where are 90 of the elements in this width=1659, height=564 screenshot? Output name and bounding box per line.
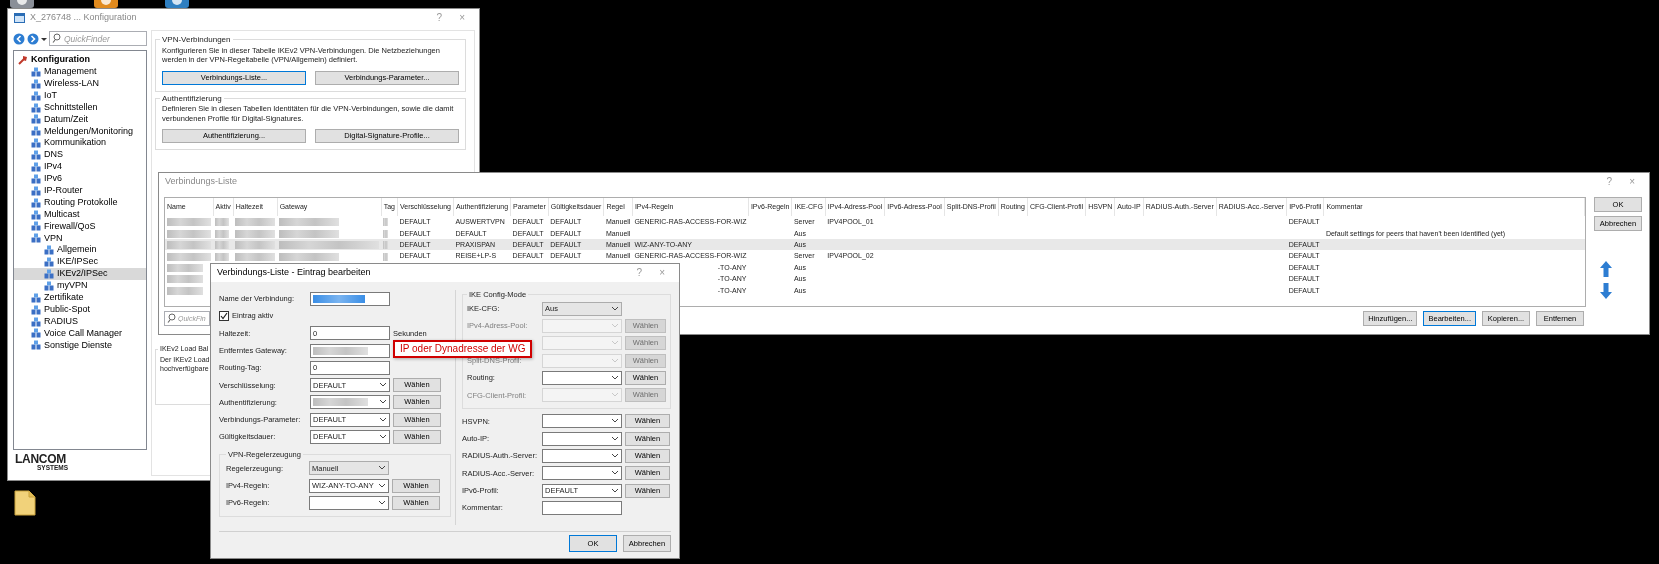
blocks-icon bbox=[31, 173, 41, 184]
input-field[interactable] bbox=[310, 343, 390, 358]
chevron-down-icon[interactable] bbox=[379, 416, 387, 423]
chevron-down-icon[interactable] bbox=[379, 399, 387, 406]
check-icon bbox=[220, 311, 228, 320]
blocks-icon bbox=[31, 78, 41, 89]
dropdown-field[interactable] bbox=[542, 370, 622, 385]
chevron-down-icon[interactable] bbox=[611, 374, 619, 381]
chevron-down-icon[interactable] bbox=[611, 305, 619, 312]
blocks-icon bbox=[44, 280, 54, 291]
dropdown-field[interactable] bbox=[542, 414, 622, 429]
tool-icon bbox=[18, 54, 28, 65]
tree-item[interactable]: Public-Spot bbox=[14, 303, 146, 316]
tree-item[interactable]: IKE/IPSec bbox=[14, 256, 146, 269]
window-title: Verbindungs-Liste bbox=[165, 175, 238, 189]
annotation-callout: IP oder Dynadresse der WG bbox=[393, 339, 533, 358]
group-title: VPN-Verbindungen bbox=[161, 35, 232, 45]
app-window-icon bbox=[14, 13, 25, 23]
blocks-icon bbox=[31, 304, 41, 315]
tree-item[interactable]: IPv4 bbox=[14, 161, 146, 173]
blocks-icon bbox=[31, 126, 41, 137]
group-title: Authentifizierung bbox=[161, 93, 223, 104]
down-arrow-icon[interactable] bbox=[1600, 283, 1612, 299]
dropdown-field[interactable] bbox=[542, 449, 622, 463]
tree-item[interactable]: Kommunikation bbox=[14, 137, 146, 150]
blocks-icon bbox=[31, 221, 41, 232]
chevron-down-icon[interactable] bbox=[611, 470, 619, 477]
blocks-icon bbox=[31, 102, 41, 113]
tree-item[interactable]: VPN bbox=[14, 232, 146, 245]
tree-item[interactable]: Multicast bbox=[14, 208, 146, 221]
blocks-icon bbox=[31, 328, 41, 339]
blocks-icon bbox=[31, 292, 41, 303]
up-arrow-icon[interactable] bbox=[1600, 261, 1612, 277]
blocks-icon bbox=[31, 185, 41, 196]
tree-item[interactable]: Allgemein bbox=[14, 244, 146, 257]
dropdown-field[interactable] bbox=[542, 431, 622, 446]
blocks-icon bbox=[44, 245, 54, 256]
input-field[interactable] bbox=[310, 291, 390, 306]
tree-item[interactable]: Datum/Zeit bbox=[14, 113, 146, 126]
checkbox[interactable] bbox=[219, 310, 229, 321]
tree-item[interactable]: Konfiguration bbox=[14, 54, 146, 66]
tree-item[interactable]: Sonstige Dienste bbox=[14, 339, 146, 352]
dropdown-field[interactable] bbox=[309, 495, 389, 510]
chevron-down-icon[interactable] bbox=[379, 382, 387, 389]
window-title: X_276748 ... Konfiguration bbox=[30, 11, 137, 25]
tree-item[interactable]: Schnittstellen bbox=[14, 101, 146, 114]
tree-item[interactable]: RADIUS bbox=[14, 315, 146, 328]
chevron-down-icon[interactable] bbox=[378, 465, 386, 472]
blocks-icon bbox=[31, 316, 41, 327]
tree-item[interactable]: myVPN bbox=[14, 279, 146, 292]
logo-wordmark: LANCOM bbox=[15, 453, 66, 465]
chevron-down-icon[interactable] bbox=[611, 435, 619, 442]
blocks-icon bbox=[31, 138, 41, 149]
dropdown-field[interactable] bbox=[310, 395, 390, 410]
forward-arrow-icon[interactable] bbox=[27, 32, 39, 45]
blocks-icon bbox=[44, 257, 54, 268]
blocks-icon bbox=[31, 161, 41, 172]
window-title: Verbindungs-Liste - Eintrag bearbeiten bbox=[217, 266, 371, 280]
tree-item[interactable]: Voice Call Manager bbox=[14, 327, 146, 340]
tree-item[interactable]: DNS bbox=[14, 149, 146, 161]
tree-item[interactable]: Routing Protokolle bbox=[14, 196, 146, 209]
tree-item[interactable]: Management bbox=[14, 65, 146, 78]
tree-item[interactable]: IoT bbox=[14, 89, 146, 102]
tree-item[interactable]: IKEv2/IPSec bbox=[14, 268, 146, 280]
input-field[interactable] bbox=[542, 500, 622, 515]
tree-item[interactable]: Firewall/QoS bbox=[14, 220, 146, 233]
chevron-down-icon[interactable] bbox=[611, 487, 619, 494]
tree-item[interactable]: IPv6 bbox=[14, 172, 146, 185]
blocks-icon bbox=[31, 340, 41, 351]
chevron-down-icon[interactable] bbox=[379, 434, 387, 440]
chevron-down-icon[interactable] bbox=[378, 499, 386, 506]
dropdown-field[interactable] bbox=[542, 466, 622, 481]
blocks-icon bbox=[44, 268, 54, 279]
blocks-icon bbox=[31, 114, 41, 125]
blocks-icon bbox=[31, 90, 41, 101]
blocks-icon bbox=[31, 66, 41, 77]
tree-item[interactable]: Meldungen/Monitoring bbox=[14, 125, 146, 138]
tree-item[interactable]: IP-Router bbox=[14, 184, 146, 197]
chevron-down-icon[interactable] bbox=[611, 453, 619, 459]
tree-item[interactable]: Zertifikate bbox=[14, 291, 146, 304]
blocks-icon bbox=[31, 150, 41, 161]
blocks-icon bbox=[31, 233, 41, 244]
chevron-down-icon[interactable] bbox=[611, 418, 619, 425]
back-arrow-icon[interactable] bbox=[13, 32, 25, 45]
search-field[interactable]: QuickFinder bbox=[49, 31, 147, 46]
blocks-icon bbox=[31, 209, 41, 220]
tree-item[interactable]: Wireless-LAN bbox=[14, 77, 146, 90]
chevron-down-icon[interactable] bbox=[378, 482, 386, 489]
file-icon bbox=[14, 490, 36, 516]
blocks-icon bbox=[31, 197, 41, 208]
